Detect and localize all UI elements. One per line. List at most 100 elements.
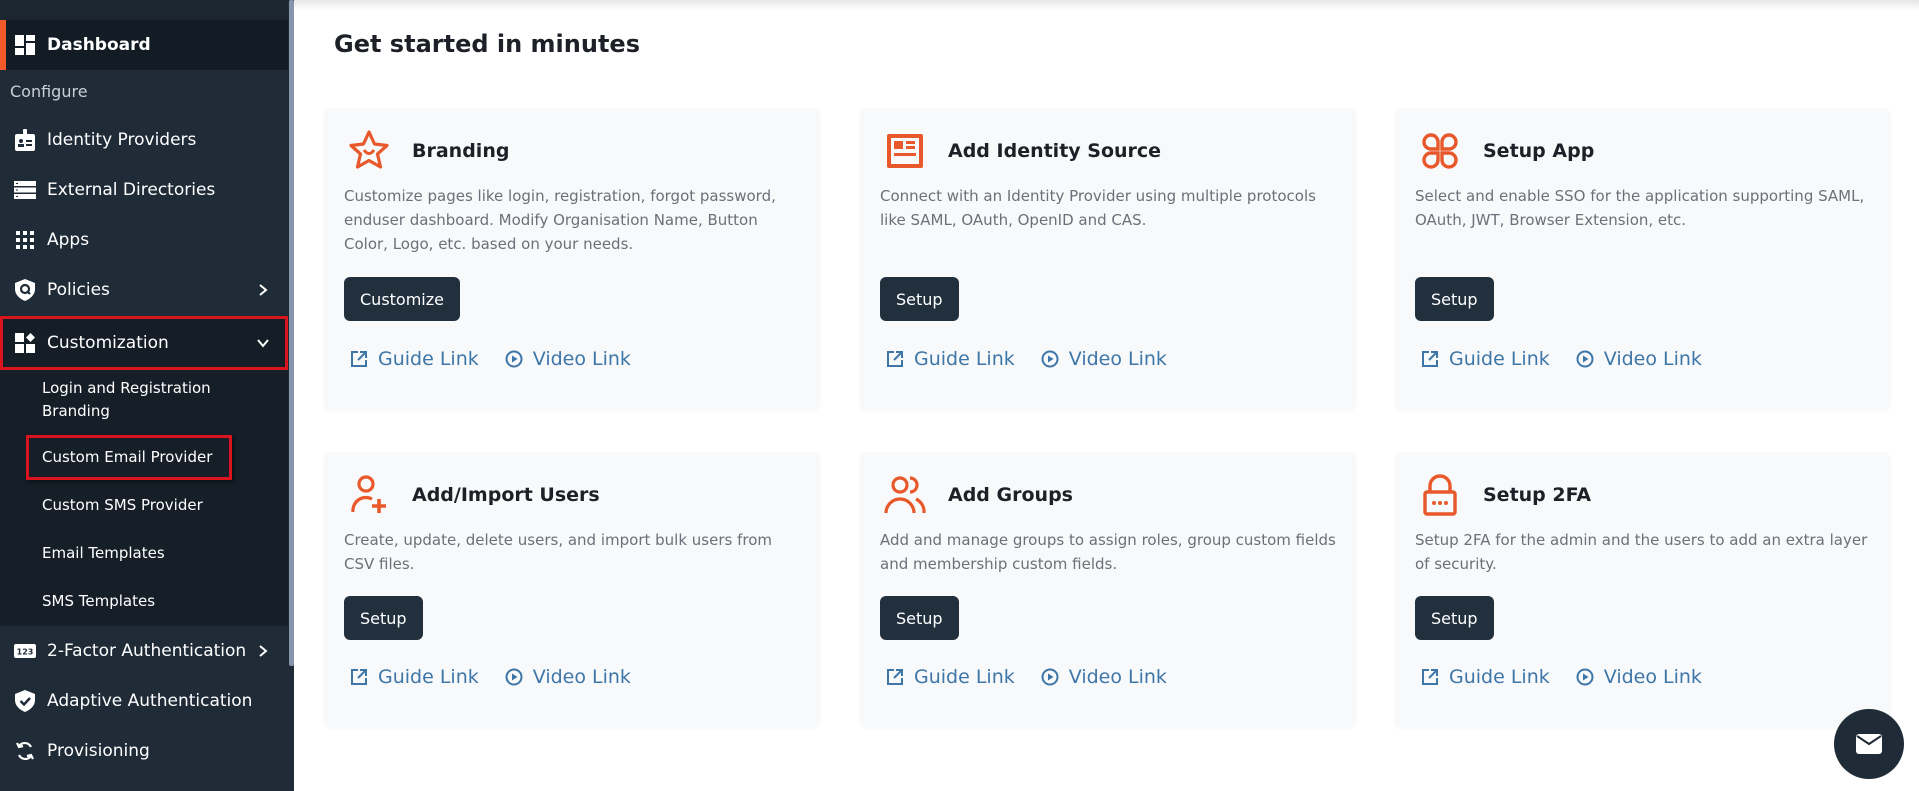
lock-icon (1423, 474, 1457, 516)
sidebar-item-provisioning[interactable]: Provisioning (0, 726, 288, 776)
card-links: Guide Link Video Link (886, 666, 1193, 688)
sidebar-item-label: External Directories (47, 180, 216, 200)
card-description: Select and enable SSO for the applicatio… (1415, 187, 1865, 229)
submenu-item-email-templates[interactable]: Email Templates (42, 542, 165, 565)
shield-search-icon (14, 279, 36, 301)
id-card-icon (887, 134, 923, 168)
mail-icon (1856, 734, 1882, 754)
guide-link[interactable]: Guide Link (1421, 348, 1550, 370)
setup-button[interactable]: Setup (880, 277, 959, 321)
id-badge-icon (14, 129, 36, 151)
card-links: Guide Link Video Link (886, 348, 1193, 370)
sidebar-item-2fa[interactable]: 123 2-Factor Authentication (0, 626, 288, 676)
card-links: Guide Link Video Link (1421, 348, 1728, 370)
setup-button[interactable]: Setup (1415, 596, 1494, 640)
card-title: Add Identity Source (948, 140, 1162, 162)
play-circle-icon (1576, 350, 1594, 368)
setup-button[interactable]: Setup (344, 596, 423, 640)
video-link[interactable]: Video Link (505, 348, 631, 370)
submenu-item-login-registration-branding[interactable]: Login and Registration Branding (42, 377, 262, 423)
sidebar-item-dashboard[interactable]: Dashboard (0, 20, 288, 70)
guide-link-label: Guide Link (914, 666, 1015, 688)
card-description: Customize pages like login, registration… (344, 187, 776, 253)
external-link-icon (1422, 351, 1438, 367)
card-links: Guide Link Video Link (1421, 666, 1728, 688)
guide-link[interactable]: Guide Link (350, 348, 479, 370)
sidebar-item-policies[interactable]: Policies (0, 265, 288, 315)
card-description: Setup 2FA for the admin and the users to… (1415, 531, 1868, 573)
sidebar-item-identity-providers[interactable]: Identity Providers (0, 115, 288, 165)
svg-text:123: 123 (17, 648, 34, 657)
play-circle-icon (1041, 350, 1059, 368)
dashboard-icon (14, 34, 36, 56)
sidebar-item-label: Identity Providers (47, 130, 197, 150)
card-setup-2fa: Setup 2FA Setup 2FA for the admin and th… (1395, 452, 1891, 728)
sidebar-item-label: Adaptive Authentication (47, 691, 253, 711)
card-title: Add/Import Users (412, 484, 600, 506)
setup-button[interactable]: Setup (1415, 277, 1494, 321)
shield-check-icon (14, 690, 36, 712)
sidebar-item-adaptive-authentication[interactable]: Adaptive Authentication (0, 676, 288, 726)
sidebar-item-apps[interactable]: Apps (0, 215, 288, 265)
external-link-icon (351, 669, 367, 685)
submenu-item-custom-sms-provider[interactable]: Custom SMS Provider (42, 494, 203, 517)
card-description: Create, update, delete users, and import… (344, 531, 772, 573)
card-title: Branding (412, 140, 510, 162)
server-list-icon (14, 179, 36, 201)
video-link-label: Video Link (1068, 348, 1167, 370)
submenu-item-sms-templates[interactable]: SMS Templates (42, 590, 155, 613)
guide-link[interactable]: Guide Link (1421, 666, 1550, 688)
contact-mail-button[interactable] (1834, 709, 1904, 779)
video-link[interactable]: Video Link (1041, 666, 1167, 688)
external-link-icon (1422, 669, 1438, 685)
sidebar-top-spacer (0, 0, 288, 20)
sidebar-item-label: Apps (47, 230, 90, 250)
video-link-label: Video Link (532, 348, 631, 370)
guide-link-label: Guide Link (378, 348, 479, 370)
submenu-item-custom-email-provider[interactable]: Custom Email Provider (42, 446, 212, 469)
play-circle-icon (1041, 668, 1059, 686)
card-description: Connect with an Identity Provider using … (880, 187, 1316, 229)
section-label-configure: Configure (10, 82, 88, 101)
card-setup-app: Setup App Select and enable SSO for the … (1395, 108, 1891, 410)
chevron-right-icon (259, 284, 268, 296)
guide-link[interactable]: Guide Link (886, 348, 1015, 370)
guide-link[interactable]: Guide Link (886, 666, 1015, 688)
guide-link-label: Guide Link (378, 666, 479, 688)
card-links: Guide Link Video Link (350, 348, 657, 370)
card-title: Add Groups (948, 484, 1073, 506)
card-links: Guide Link Video Link (350, 666, 657, 688)
setup-button[interactable]: Setup (880, 596, 959, 640)
play-circle-icon (1576, 668, 1594, 686)
external-link-icon (887, 351, 903, 367)
user-plus-icon (351, 475, 386, 513)
sidebar-item-label: Customization (47, 333, 169, 353)
video-link[interactable]: Video Link (1576, 348, 1702, 370)
guide-link-label: Guide Link (1449, 666, 1550, 688)
chevron-right-icon (259, 645, 268, 657)
card-add-import-users: Add/Import Users Create, update, delete … (324, 452, 820, 728)
sidebar-item-label: Dashboard (47, 35, 151, 55)
video-link[interactable]: Video Link (505, 666, 631, 688)
users-group-icon (884, 476, 926, 514)
header-shadow (294, 0, 1919, 10)
guide-link-label: Guide Link (1449, 348, 1550, 370)
sync-icon (14, 740, 36, 762)
sidebar-scrollbar-thumb[interactable] (289, 0, 294, 666)
card-add-identity-source: Add Identity Source Connect with an Iden… (860, 108, 1356, 410)
card-title: Setup App (1483, 140, 1595, 162)
video-link[interactable]: Video Link (1576, 666, 1702, 688)
video-link-label: Video Link (532, 666, 631, 688)
video-link[interactable]: Video Link (1041, 348, 1167, 370)
apps-grid-icon (14, 229, 36, 251)
sidebar-item-external-directories[interactable]: External Directories (0, 165, 288, 215)
external-link-icon (351, 351, 367, 367)
customization-icon (14, 332, 36, 354)
guide-link[interactable]: Guide Link (350, 666, 479, 688)
card-add-groups: Add Groups Add and manage groups to assi… (860, 452, 1356, 728)
star-smile-icon (349, 130, 389, 169)
customize-button[interactable]: Customize (344, 277, 460, 321)
active-indicator (0, 20, 6, 70)
sidebar-item-customization[interactable]: Customization (0, 316, 288, 370)
video-link-label: Video Link (1603, 348, 1702, 370)
